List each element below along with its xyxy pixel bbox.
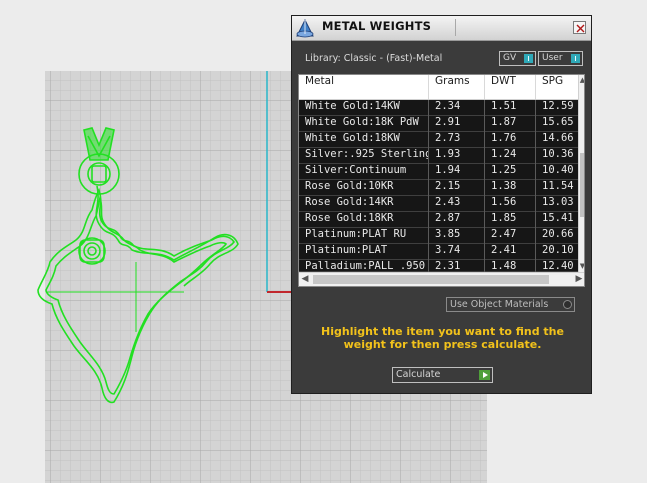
use-object-materials-radio-icon[interactable] xyxy=(563,300,572,309)
cell-grams: 1.93 xyxy=(429,148,485,164)
cell-spg: 15.65 xyxy=(542,116,574,128)
cell-spg: 14.66 xyxy=(542,132,574,144)
horizontal-scroll-thumb[interactable] xyxy=(313,275,549,284)
column-header-metal[interactable]: Metal xyxy=(299,75,429,99)
metal-table[interactable]: Metal Grams DWT SPG White Gold:14KW 2.34… xyxy=(298,74,585,287)
gv-toggle-label: GV xyxy=(503,53,517,63)
calculate-button[interactable]: Calculate xyxy=(392,367,493,383)
cell-dwt: 1.85 xyxy=(485,212,536,228)
table-row[interactable]: Platinum:PLAT RU 3.85 2.47 20.66 xyxy=(299,228,578,244)
instruction-text: Highlight the item you want to find the … xyxy=(321,325,564,351)
cell-metal: Rose Gold:10KR xyxy=(299,180,429,196)
cell-dwt: 1.51 xyxy=(485,100,536,116)
cell-metal: Platinum:PLAT RU xyxy=(299,228,429,244)
cell-spg: 20.66 xyxy=(542,228,574,240)
cell-spg: 12.40 xyxy=(542,260,574,272)
cell-metal: Silver:Continuum xyxy=(299,164,429,180)
table-row[interactable]: White Gold:18K PdW 2.91 1.87 15.65 xyxy=(299,116,578,132)
table-row[interactable]: Palladium:PALL .950 2.31 1.48 12.40 xyxy=(299,260,578,272)
column-header-spg[interactable]: SPG xyxy=(536,75,578,99)
cell-dwt: 1.56 xyxy=(485,196,536,212)
use-object-materials-label: Use Object Materials xyxy=(450,299,549,310)
cell-spg: 20.10 xyxy=(542,244,574,256)
cell-metal: Rose Gold:18KR xyxy=(299,212,429,228)
dialog-titlebar[interactable]: METAL WEIGHTS xyxy=(292,16,591,41)
user-toggle[interactable]: User xyxy=(538,51,583,66)
cell-grams: 3.85 xyxy=(429,228,485,244)
cell-metal: Platinum:PLAT xyxy=(299,244,429,260)
column-header-grams[interactable]: Grams xyxy=(429,75,485,99)
table-row[interactable]: Rose Gold:18KR 2.87 1.85 15.41 xyxy=(299,212,578,228)
metal-weights-dialog: METAL WEIGHTS Library: Classic - (Fast)-… xyxy=(291,15,592,394)
cell-grams: 2.34 xyxy=(429,100,485,116)
cell-dwt: 1.25 xyxy=(485,164,536,180)
metal-weights-app-icon xyxy=(294,17,316,39)
cell-metal: White Gold:14KW xyxy=(299,100,429,116)
cell-dwt: 1.38 xyxy=(485,180,536,196)
cell-dwt: 2.41 xyxy=(485,244,536,260)
cell-dwt: 1.48 xyxy=(485,260,536,272)
close-button[interactable] xyxy=(573,21,586,34)
gv-toggle-switch-icon xyxy=(524,54,533,63)
scroll-up-icon[interactable]: ▲ xyxy=(579,75,584,85)
calculate-label: Calculate xyxy=(396,369,441,380)
table-row[interactable]: Platinum:PLAT 3.74 2.41 20.10 xyxy=(299,244,578,260)
table-row[interactable]: White Gold:18KW 2.73 1.76 14.66 xyxy=(299,132,578,148)
use-object-materials-option[interactable]: Use Object Materials xyxy=(446,297,575,312)
table-row[interactable]: Rose Gold:10KR 2.15 1.38 11.54 xyxy=(299,180,578,196)
cell-metal: White Gold:18K PdW xyxy=(299,116,429,132)
cell-spg: 12.59 xyxy=(542,100,574,112)
scroll-down-icon[interactable]: ▼ xyxy=(579,261,584,271)
cell-dwt: 1.24 xyxy=(485,148,536,164)
cell-metal: Rose Gold:14KR xyxy=(299,196,429,212)
cell-grams: 1.94 xyxy=(429,164,485,180)
table-header: Metal Grams DWT SPG xyxy=(299,75,578,100)
cell-dwt: 2.47 xyxy=(485,228,536,244)
cell-dwt: 1.76 xyxy=(485,132,536,148)
scroll-left-icon[interactable]: ◀ xyxy=(300,274,310,285)
gv-toggle[interactable]: GV xyxy=(499,51,536,66)
cell-metal: Silver:.925 Sterling xyxy=(299,148,429,164)
play-arrow-icon xyxy=(479,370,490,380)
column-header-dwt[interactable]: DWT xyxy=(485,75,536,99)
table-row[interactable]: White Gold:14KW 2.34 1.51 12.59 xyxy=(299,100,578,116)
table-row[interactable]: Silver:Continuum 1.94 1.25 10.40 xyxy=(299,164,578,180)
cell-grams: 2.87 xyxy=(429,212,485,228)
cell-metal: Palladium:PALL .950 xyxy=(299,260,429,272)
cell-spg: 13.03 xyxy=(542,196,574,208)
titlebar-divider xyxy=(455,19,456,36)
cell-grams: 2.91 xyxy=(429,116,485,132)
dialog-title: METAL WEIGHTS xyxy=(322,19,432,33)
table-vertical-scrollbar[interactable]: ▲ ▼ xyxy=(578,75,584,272)
cell-spg: 10.36 xyxy=(542,148,574,160)
user-toggle-switch-icon xyxy=(571,54,580,63)
cell-grams: 2.43 xyxy=(429,196,485,212)
cell-spg: 10.40 xyxy=(542,164,574,176)
cell-spg: 15.41 xyxy=(542,212,574,224)
vertical-scroll-thumb[interactable] xyxy=(580,153,584,217)
table-row[interactable]: Rose Gold:14KR 2.43 1.56 13.03 xyxy=(299,196,578,212)
cell-grams: 2.31 xyxy=(429,260,485,272)
cell-grams: 2.73 xyxy=(429,132,485,148)
scroll-right-icon[interactable]: ▶ xyxy=(574,274,584,285)
library-label: Library: Classic - (Fast)-Metal xyxy=(305,53,443,64)
cell-spg: 11.54 xyxy=(542,180,574,192)
cell-dwt: 1.87 xyxy=(485,116,536,132)
user-toggle-label: User xyxy=(542,53,563,63)
table-horizontal-scrollbar[interactable]: ◀ ▶ xyxy=(299,272,584,286)
table-row[interactable]: Silver:.925 Sterling 1.93 1.24 10.36 xyxy=(299,148,578,164)
close-icon xyxy=(576,24,585,33)
cell-grams: 3.74 xyxy=(429,244,485,260)
cell-grams: 2.15 xyxy=(429,180,485,196)
cell-metal: White Gold:18KW xyxy=(299,132,429,148)
